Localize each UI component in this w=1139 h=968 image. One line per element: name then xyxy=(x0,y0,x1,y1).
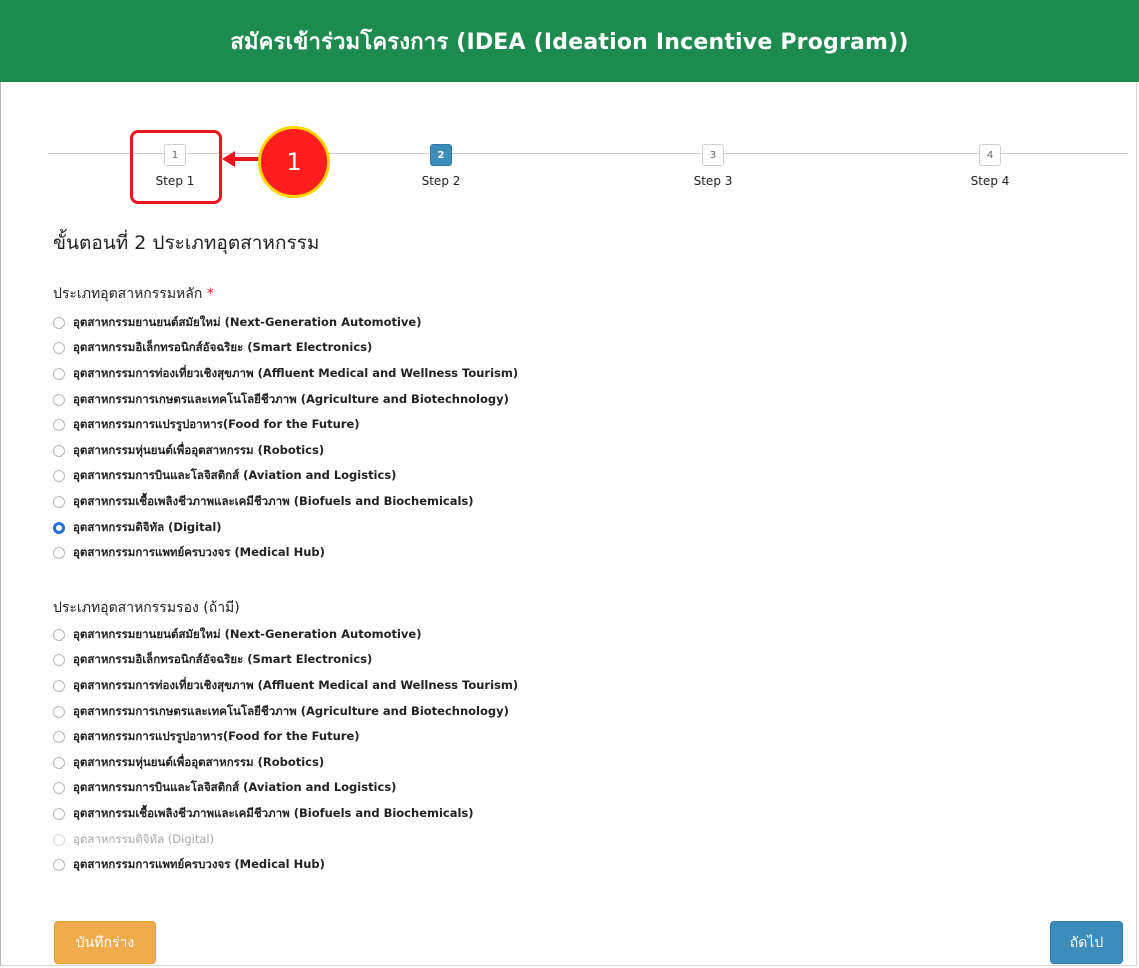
radio-unchecked-icon[interactable] xyxy=(53,756,65,769)
radio-unchecked-icon[interactable] xyxy=(53,547,65,560)
radio-unchecked-icon[interactable] xyxy=(53,859,65,872)
secondary-industry-option[interactable]: อุตสาหกรรมหุ่นยนต์เพื่ออุตสาหกรรม (Robot… xyxy=(53,750,518,776)
primary-industry-option-label: อุตสาหกรรมดิจิทัล (Digital) xyxy=(73,519,222,534)
radio-unchecked-icon[interactable] xyxy=(53,316,65,329)
primary-industry-option[interactable]: อุตสาหกรรมการท่องเที่ยวเชิงสุขภาพ (Afflu… xyxy=(53,361,518,387)
radio-unchecked-icon[interactable] xyxy=(53,807,65,820)
radio-unchecked-icon[interactable] xyxy=(53,495,65,508)
annotation-arrowhead-icon xyxy=(222,151,235,167)
primary-industry-radio-group: อุตสาหกรรมยานยนต์สมัยใหม่ (Next-Generati… xyxy=(53,310,518,566)
primary-industry-label-text: ประเภทอุตสาหกรรมหลัก xyxy=(53,286,203,302)
primary-industry-option[interactable]: อุตสาหกรรมการแพทย์ครบวงจร (Medical Hub) xyxy=(53,540,518,566)
secondary-industry-option[interactable]: อุตสาหกรรมการบินและโลจิสติกส์ (Aviation … xyxy=(53,776,518,802)
radio-unchecked-icon[interactable] xyxy=(53,654,65,667)
secondary-industry-option-label: อุตสาหกรรมการบินและโลจิสติกส์ (Aviation … xyxy=(73,780,397,795)
primary-industry-option[interactable]: อุตสาหกรรมการแปรรูปอาหาร(Food for the Fu… xyxy=(53,412,518,438)
radio-checked-icon[interactable] xyxy=(53,521,65,534)
secondary-industry-option-label: อุตสาหกรรมดิจิทัล (Digital) xyxy=(73,831,215,846)
step-4-number: 4 xyxy=(979,144,1001,166)
annotation-callout: 1 xyxy=(258,126,330,198)
primary-industry-option[interactable]: อุตสาหกรรมเชื้อเพลิงชีวภาพและเคมีชีวภาพ … xyxy=(53,489,518,515)
secondary-industry-option[interactable]: อุตสาหกรรมการแพทย์ครบวงจร (Medical Hub) xyxy=(53,852,518,878)
primary-industry-option-label: อุตสาหกรรมเชื้อเพลิงชีวภาพและเคมีชีวภาพ … xyxy=(73,493,474,508)
section-title: ขั้นตอนที่ 2 ประเภทอุตสาหกรรม xyxy=(53,232,320,254)
secondary-industry-radio-group: อุตสาหกรรมยานยนต์สมัยใหม่ (Next-Generati… xyxy=(53,622,518,878)
primary-industry-option[interactable]: อุตสาหกรรมการเกษตรและเทคโนโลยีชีวภาพ (Ag… xyxy=(53,387,518,413)
secondary-industry-option[interactable]: อุตสาหกรรมการเกษตรและเทคโนโลยีชีวภาพ (Ag… xyxy=(53,699,518,725)
primary-industry-option-label: อุตสาหกรรมหุ่นยนต์เพื่ออุตสาหกรรม (Robot… xyxy=(73,442,325,457)
secondary-industry-option-label: อุตสาหกรรมการเกษตรและเทคโนโลยีชีวภาพ (Ag… xyxy=(73,703,509,718)
radio-unchecked-icon[interactable] xyxy=(53,470,65,483)
radio-unchecked-icon[interactable] xyxy=(53,444,65,457)
secondary-industry-option[interactable]: อุตสาหกรรมเชื้อเพลิงชีวภาพและเคมีชีวภาพ … xyxy=(53,801,518,827)
radio-unchecked-icon[interactable] xyxy=(53,419,65,432)
primary-industry-option-label: อุตสาหกรรมการแปรรูปอาหาร(Food for the Fu… xyxy=(73,417,360,432)
primary-industry-option-label: อุตสาหกรรมอิเล็กทรอนิกส์อัจฉริยะ (Smart … xyxy=(73,340,373,355)
primary-industry-option[interactable]: อุตสาหกรรมหุ่นยนต์เพื่ออุตสาหกรรม (Robot… xyxy=(53,438,518,464)
radio-unchecked-icon[interactable] xyxy=(53,342,65,355)
secondary-industry-option-label: อุตสาหกรรมการแพทย์ครบวงจร (Medical Hub) xyxy=(73,857,325,872)
primary-industry-option[interactable]: อุตสาหกรรมอิเล็กทรอนิกส์อัจฉริยะ (Smart … xyxy=(53,336,518,362)
secondary-industry-label: ประเภทอุตสาหกรรมรอง (ถ้ามี) xyxy=(53,600,240,616)
annotation-callout-number: 1 xyxy=(286,148,302,176)
annotation-highlight-box xyxy=(130,130,222,204)
step-2-label: Step 2 xyxy=(421,174,461,188)
radio-unchecked-icon[interactable] xyxy=(53,782,65,795)
primary-industry-option[interactable]: อุตสาหกรรมยานยนต์สมัยใหม่ (Next-Generati… xyxy=(53,310,518,336)
secondary-industry-option[interactable]: อุตสาหกรรมการแปรรูปอาหาร(Food for the Fu… xyxy=(53,724,518,750)
required-mark: * xyxy=(206,286,214,302)
secondary-industry-option-label: อุตสาหกรรมหุ่นยนต์เพื่ออุตสาหกรรม (Robot… xyxy=(73,754,325,769)
primary-industry-option-label: อุตสาหกรรมยานยนต์สมัยใหม่ (Next-Generati… xyxy=(73,314,422,329)
step-3-label: Step 3 xyxy=(693,174,733,188)
secondary-industry-option-label: อุตสาหกรรมการท่องเที่ยวเชิงสุขภาพ (Afflu… xyxy=(73,677,519,692)
secondary-industry-option-label: อุตสาหกรรมเชื้อเพลิงชีวภาพและเคมีชีวภาพ … xyxy=(73,805,474,820)
primary-industry-option-label: อุตสาหกรรมการเกษตรและเทคโนโลยีชีวภาพ (Ag… xyxy=(73,391,509,406)
next-button[interactable]: ถัดไป xyxy=(1050,921,1123,964)
page-title: สมัครเข้าร่วมโครงการ (IDEA (Ideation Inc… xyxy=(230,29,909,55)
primary-industry-option-label: อุตสาหกรรมการท่องเที่ยวเชิงสุขภาพ (Afflu… xyxy=(73,365,519,380)
step-2-number: 2 xyxy=(430,144,452,166)
primary-industry-option-label: อุตสาหกรรมการบินและโลจิสติกส์ (Aviation … xyxy=(73,468,397,483)
secondary-industry-option[interactable]: อุตสาหกรรมการท่องเที่ยวเชิงสุขภาพ (Afflu… xyxy=(53,673,518,699)
radio-unchecked-icon[interactable] xyxy=(53,367,65,380)
secondary-industry-option[interactable]: อุตสาหกรรมอิเล็กทรอนิกส์อัจฉริยะ (Smart … xyxy=(53,648,518,674)
primary-industry-label: ประเภทอุตสาหกรรมหลัก * xyxy=(53,283,214,305)
page-header: สมัครเข้าร่วมโครงการ (IDEA (Ideation Inc… xyxy=(0,0,1139,82)
secondary-industry-option-label: อุตสาหกรรมอิเล็กทรอนิกส์อัจฉริยะ (Smart … xyxy=(73,652,373,667)
secondary-industry-option-label: อุตสาหกรรมการแปรรูปอาหาร(Food for the Fu… xyxy=(73,729,360,744)
step-3-number: 3 xyxy=(702,144,724,166)
primary-industry-option[interactable]: อุตสาหกรรมดิจิทัล (Digital) xyxy=(53,515,518,541)
step-2[interactable]: 2 Step 2 xyxy=(406,143,476,188)
radio-unchecked-icon[interactable] xyxy=(53,731,65,744)
secondary-industry-option[interactable]: อุตสาหกรรมยานยนต์สมัยใหม่ (Next-Generati… xyxy=(53,622,518,648)
secondary-industry-option-label: อุตสาหกรรมยานยนต์สมัยใหม่ (Next-Generati… xyxy=(73,626,422,641)
step-4-label: Step 4 xyxy=(970,174,1010,188)
step-4[interactable]: 4 Step 4 xyxy=(955,143,1025,188)
radio-unchecked-icon[interactable] xyxy=(53,705,65,718)
radio-unchecked-icon[interactable] xyxy=(53,393,65,406)
primary-industry-option[interactable]: อุตสาหกรรมการบินและโลจิสติกส์ (Aviation … xyxy=(53,464,518,490)
radio-unchecked-icon xyxy=(53,833,65,846)
save-draft-button[interactable]: บันทึกร่าง xyxy=(54,921,156,964)
step-3[interactable]: 3 Step 3 xyxy=(678,143,748,188)
secondary-industry-option: อุตสาหกรรมดิจิทัล (Digital) xyxy=(53,827,518,853)
radio-unchecked-icon[interactable] xyxy=(53,628,65,641)
primary-industry-option-label: อุตสาหกรรมการแพทย์ครบวงจร (Medical Hub) xyxy=(73,545,325,560)
radio-unchecked-icon[interactable] xyxy=(53,679,65,692)
